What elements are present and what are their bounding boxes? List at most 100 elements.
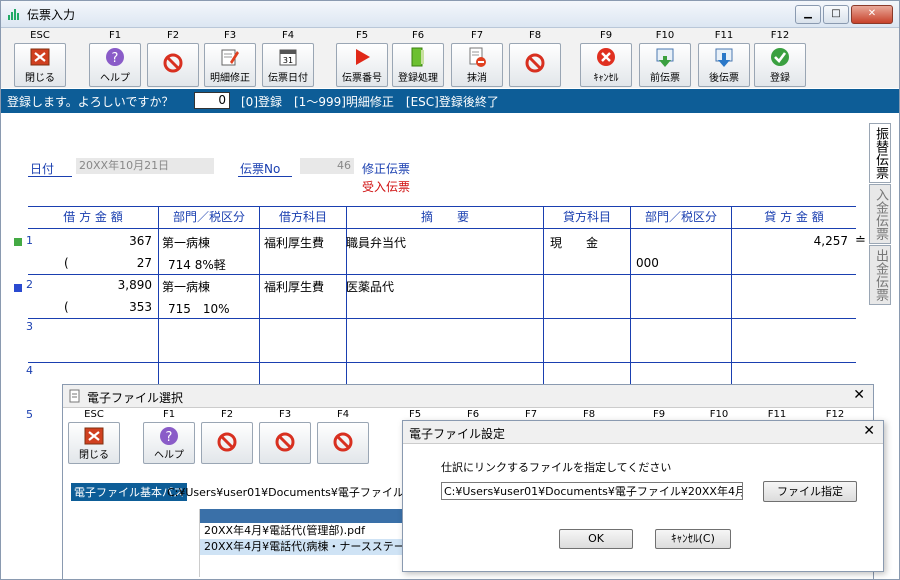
row2-debit-account[interactable]: 福利厚生費 <box>264 278 324 295</box>
row-scroll-icon[interactable]: ≐ <box>855 233 866 248</box>
col-credit-account: 貸方科目 <box>562 210 611 224</box>
fkey-f1: F1? ヘルプ <box>143 409 195 464</box>
slip-label-underline <box>238 176 292 177</box>
file-select-title: 電子ファイル選択 <box>87 391 184 405</box>
check-icon <box>771 48 789 66</box>
svg-text:?: ? <box>166 430 173 445</box>
minimize-button[interactable]: ▁ <box>795 5 821 24</box>
fkey-label: F11 <box>714 30 734 41</box>
fkey-label: F7 <box>470 30 484 41</box>
app-chart-icon <box>8 9 19 20</box>
file-setting-close-icon[interactable]: ✕ <box>863 423 875 439</box>
fkey-label: F10 <box>655 30 675 41</box>
file-browse-button[interactable]: ファイル指定 <box>763 481 857 502</box>
grid-vline-3 <box>346 206 347 386</box>
row-number-4: 4 <box>26 364 33 377</box>
tab-payment-voucher[interactable]: 出金伝票 <box>869 245 891 305</box>
row2-debit-amount[interactable]: 3,890 <box>28 278 152 292</box>
fkey-label: F2 <box>220 409 234 420</box>
row1-debit-tax[interactable]: 27 <box>28 256 152 270</box>
row1-debit-account[interactable]: 福利厚生費 <box>264 234 324 251</box>
row2-debit-tax[interactable]: 353 <box>28 300 152 314</box>
row1-debit-dept[interactable]: 第一病棟 <box>162 234 210 251</box>
prompt-input[interactable]: 0 <box>194 92 230 109</box>
grid-vline-5 <box>630 206 631 386</box>
close-window-button[interactable]: ✕ <box>851 5 893 24</box>
fkey-button-label: 明細修正 <box>210 73 250 84</box>
maximize-button[interactable]: □ <box>823 5 849 24</box>
fkey-esc: ESC 閉じる <box>14 30 66 87</box>
fkey-f3: F3 <box>259 409 311 464</box>
row2-debit-tax-code[interactable]: 715 10% <box>168 300 230 317</box>
fkey-f2-button[interactable] <box>147 43 199 87</box>
fkey-f12-button[interactable]: 登録 <box>754 43 806 87</box>
fkey-f4-button[interactable] <box>317 422 369 464</box>
file-dialog-icon <box>69 389 80 403</box>
row1-credit-tax-code[interactable]: 000 <box>636 256 659 270</box>
slip-number-label: 伝票No <box>240 162 281 176</box>
fkey-f4-button[interactable]: 31 伝票日付 <box>262 43 314 87</box>
tab-receipt-voucher[interactable]: 入金伝票 <box>869 184 891 244</box>
fkey-f2-button[interactable] <box>201 422 253 464</box>
tab-transfer-voucher[interactable]: 振替伝票 <box>869 123 891 183</box>
fkey-f3-button[interactable]: 明細修正 <box>204 43 256 87</box>
file-path-input[interactable]: C:¥Users¥user01¥Documents¥電子ファイル¥20XX年4月… <box>441 482 743 500</box>
register-icon <box>411 47 424 67</box>
fkey-f11: F11 後伝票 <box>698 30 750 87</box>
ok-button[interactable]: OK <box>559 529 633 549</box>
fkey-f6-button[interactable]: 登録処理 <box>392 43 444 87</box>
edit-icon <box>221 49 239 66</box>
fkey-f9-button[interactable]: ｷｬﾝｾﾙ <box>580 43 632 87</box>
fkey-f3-button[interactable] <box>259 422 311 464</box>
modified-voucher-status: 修正伝票 <box>362 162 411 176</box>
row1-credit-account[interactable]: 現 金 <box>550 234 598 251</box>
fkey-f1-button[interactable]: ? ヘルプ <box>143 422 195 464</box>
fkey-f6: F6 登録処理 <box>392 30 444 87</box>
fkey-f1: F1 ? ヘルプ <box>89 30 141 87</box>
fkey-f12: F12 登録 <box>754 30 806 87</box>
cancel-button[interactable]: ｷｬﾝｾﾙ(C) <box>655 529 731 549</box>
row2-memo[interactable]: 医薬品代 <box>346 278 394 295</box>
file-select-titlebar: 電子ファイル選択 ✕ <box>63 385 873 408</box>
fkey-button-label: 後伝票 <box>709 73 739 84</box>
fkey-f7-button[interactable]: 抹消 <box>451 43 503 87</box>
row2-debit-dept[interactable]: 第一病棟 <box>162 278 210 295</box>
confirm-prompt-bar: 登録します。よろしいですか？ 0 [0]登録 [1～999]明細修正 [ESC]… <box>1 89 899 113</box>
fkey-label: F1 <box>108 30 122 41</box>
fkey-f11-button[interactable]: 後伝票 <box>698 43 750 87</box>
fkey-button-label: 登録処理 <box>398 73 438 84</box>
row-number-1: 1 <box>26 234 33 247</box>
row1-debit-amount[interactable]: 367 <box>28 234 152 248</box>
date-label: 日付 <box>30 162 55 176</box>
calendar-icon: 31 <box>279 49 297 66</box>
fkey-f8-button[interactable] <box>509 43 561 87</box>
row-number-5: 5 <box>26 408 33 421</box>
fkey-label: F8 <box>528 30 542 41</box>
prohibited-icon <box>525 53 545 73</box>
fkey-label: ESC <box>84 409 104 420</box>
fkey-f10: F10 前伝票 <box>639 30 691 87</box>
file-setting-question: 仕訳にリンクするファイルを指定してください <box>441 461 672 474</box>
help-icon: ? <box>106 48 124 66</box>
slip-number-field[interactable]: 46 <box>300 158 354 174</box>
help-icon: ? <box>160 427 178 445</box>
base-path-value: C:¥Users¥user01¥Documents¥電子ファイル <box>167 486 404 499</box>
file-setting-titlebar: 電子ファイル設定 ✕ <box>403 421 883 444</box>
fkey-f2: F2 <box>201 409 253 464</box>
date-field[interactable]: 20XX年10月21日 <box>76 158 214 174</box>
fkey-esc-button[interactable]: 閉じる <box>68 422 120 464</box>
row1-memo[interactable]: 職員弁当代 <box>346 234 406 251</box>
file-select-close-icon[interactable]: ✕ <box>853 387 865 403</box>
fkey-f5-button[interactable]: 伝票番号 <box>336 43 388 87</box>
row1-credit-amount[interactable]: 4,257 <box>732 234 848 248</box>
fkey-label: F5 <box>355 30 369 41</box>
fkey-esc: ESC 閉じる <box>68 409 120 464</box>
prohibited-icon <box>217 432 237 452</box>
fkey-f1-button[interactable]: ? ヘルプ <box>89 43 141 87</box>
grid-vline-2 <box>259 206 260 386</box>
fkey-f10-button[interactable]: 前伝票 <box>639 43 691 87</box>
prohibited-icon <box>275 432 295 452</box>
fkey-esc-button[interactable]: 閉じる <box>14 43 66 87</box>
fkey-f7: F7 抹消 <box>451 30 503 87</box>
row1-debit-tax-code[interactable]: 714 8%軽 <box>168 256 226 273</box>
